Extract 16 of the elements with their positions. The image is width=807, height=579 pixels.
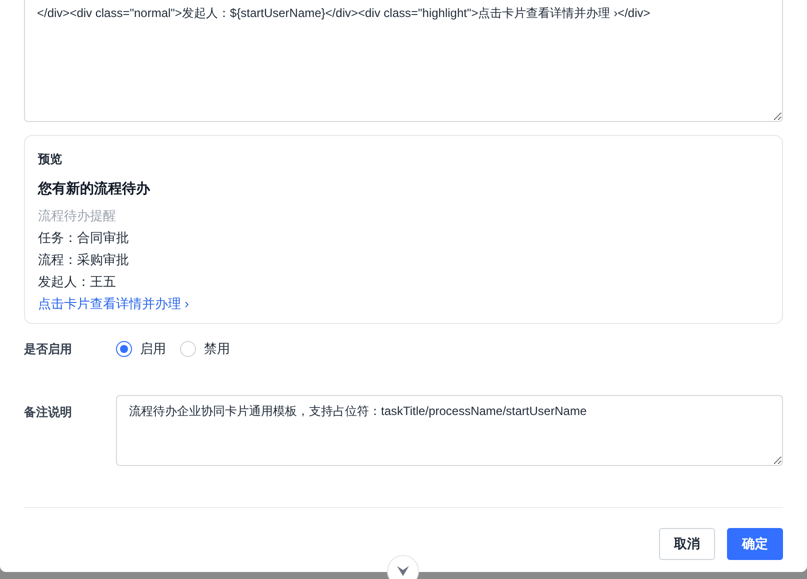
cancel-button[interactable]: 取消 bbox=[659, 528, 715, 560]
field-label: 是否启用 bbox=[24, 341, 73, 358]
preview-line: 流程：采购审批 bbox=[38, 251, 130, 269]
preview-line: 发起人：王五 bbox=[38, 273, 117, 291]
preview-link[interactable]: 点击卡片查看详情并办理 › bbox=[38, 295, 769, 313]
radio-option[interactable]: 启用 bbox=[116, 339, 166, 359]
chevron-down-icon bbox=[396, 565, 410, 577]
confirm-button[interactable]: 确定 bbox=[727, 528, 783, 560]
preview-line: 流程待办提醒 bbox=[38, 207, 117, 225]
preview-line: 任务：合同审批 bbox=[38, 229, 130, 247]
field-label: 备注说明 bbox=[24, 404, 73, 421]
preview-title: 您有新的流程待办 bbox=[38, 179, 152, 198]
remarks-field[interactable]: 流程待办企业协同卡片通用模板，支持占位符：taskTitle/processName/startUserName bbox=[116, 395, 783, 466]
radio-option[interactable]: 禁用 bbox=[180, 339, 230, 359]
preview-label: 预览 bbox=[38, 151, 63, 168]
template-field[interactable]: </div><div class="normal">发起人：${startUserName}</div><div class="highlight">点击卡片查看详情并办理 ›</div> bbox=[24, 0, 783, 122]
